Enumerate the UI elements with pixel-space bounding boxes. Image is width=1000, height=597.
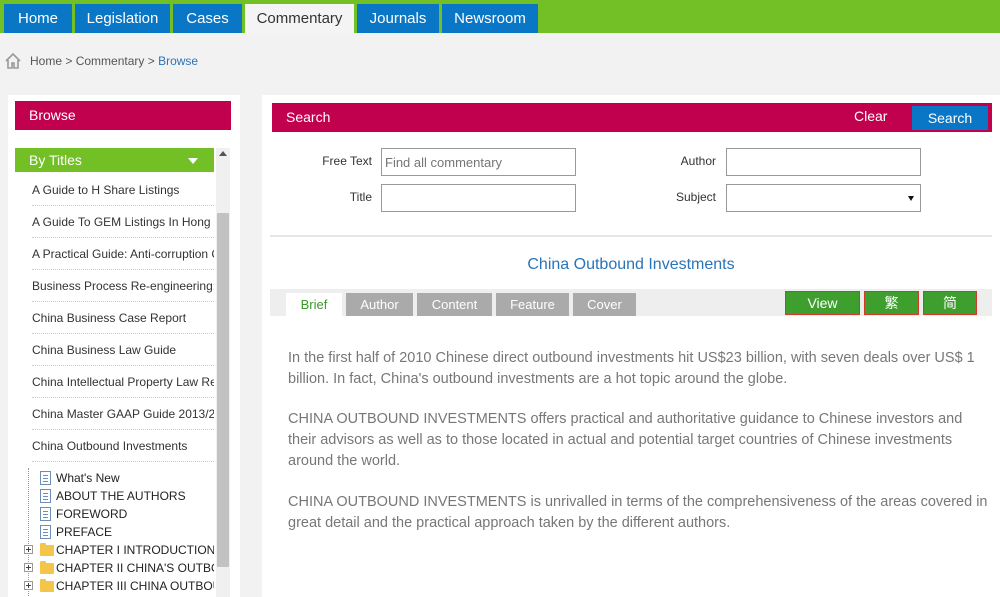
expand-icon[interactable] <box>24 563 33 572</box>
tree-item-label: CHAPTER II CHINA'S OUTBOUND <box>56 561 214 575</box>
title-item-outbound-investments[interactable]: China Outbound Investments <box>32 430 214 462</box>
nav-tab-commentary[interactable]: Commentary <box>245 4 354 33</box>
author-label: Author <box>680 154 716 168</box>
title-item-business-process[interactable]: Business Process Re-engineering: A Case <box>32 270 214 302</box>
tree-item-label: PREFACE <box>56 525 113 539</box>
document-icon <box>40 489 51 503</box>
tree-item-label: What's New <box>56 471 120 485</box>
tree-item-label: ABOUT THE AUTHORS <box>56 489 186 503</box>
title-label: Title <box>349 190 372 204</box>
clear-button[interactable]: Clear <box>854 103 887 129</box>
author-input[interactable] <box>726 148 921 176</box>
scrollbar[interactable] <box>216 148 230 597</box>
breadcrumb-current: Browse <box>158 54 199 68</box>
title-input[interactable] <box>381 184 576 212</box>
by-titles-dropdown[interactable]: By Titles <box>15 148 214 172</box>
browse-header: Browse <box>15 101 231 130</box>
free-text-label: Free Text <box>322 154 372 168</box>
folder-icon <box>40 561 54 574</box>
folder-icon <box>40 579 54 592</box>
nav-tab-newsroom[interactable]: Newsroom <box>442 4 538 33</box>
content-panel: Search Clear Search Free Text Title Auth… <box>262 95 1000 597</box>
title-item-law-guide[interactable]: China Business Law Guide <box>32 334 214 366</box>
document-icon <box>40 471 51 485</box>
by-titles-label: By Titles <box>29 152 82 168</box>
free-text-input[interactable] <box>381 148 576 176</box>
tree-item-chapter-1[interactable]: CHAPTER I INTRODUCTION <box>24 541 214 559</box>
document-icon <box>40 507 51 521</box>
title-item-gaap-guide[interactable]: China Master GAAP Guide 2013/2014 <box>32 398 214 430</box>
traditional-chinese-button[interactable]: 繁 <box>864 291 919 315</box>
title-item-gem-listings[interactable]: A Guide To GEM Listings In Hong Kong <box>32 206 214 238</box>
nav-tab-legislation[interactable]: Legislation <box>75 4 170 33</box>
document-icon <box>40 525 51 539</box>
title-item-ip-law[interactable]: China Intellectual Property Law Reports <box>32 366 214 398</box>
tree-item-chapter-3[interactable]: CHAPTER III CHINA OUTBOUND <box>24 577 214 595</box>
tab-feature[interactable]: Feature <box>496 293 569 316</box>
expand-icon[interactable] <box>24 581 33 590</box>
simplified-chinese-button[interactable]: 简 <box>923 291 977 315</box>
breadcrumb-separator: > <box>62 54 76 68</box>
tree-item-label: FOREWORD <box>56 507 128 521</box>
tab-content[interactable]: Content <box>417 293 492 316</box>
tree-item-label: CHAPTER III CHINA OUTBOUND <box>56 579 214 593</box>
tab-cover[interactable]: Cover <box>573 293 636 316</box>
scrollbar-thumb[interactable] <box>217 213 229 567</box>
tree-item-about-authors[interactable]: ABOUT THE AUTHORS <box>24 487 214 505</box>
subject-select[interactable] <box>726 184 921 212</box>
nav-tab-home[interactable]: Home <box>4 4 72 33</box>
folder-icon <box>40 543 54 556</box>
breadcrumb-home[interactable]: Home <box>30 54 62 68</box>
brief-paragraph-3: CHINA OUTBOUND INVESTMENTS is unrivalled… <box>288 494 988 531</box>
dropdown-arrow-icon <box>908 196 914 201</box>
brief-paragraph-2: CHINA OUTBOUND INVESTMENTS offers practi… <box>288 411 963 469</box>
nav-tab-journals[interactable]: Journals <box>357 4 439 33</box>
expand-icon[interactable] <box>24 545 33 554</box>
divider <box>270 235 992 237</box>
brief-paragraph-1: In the first half of 2010 Chinese direct… <box>288 350 975 387</box>
tree-item-foreword[interactable]: FOREWORD <box>24 505 214 523</box>
book-tab-bar: Brief Author Content Feature Cover View … <box>270 289 992 316</box>
tree-item-chapter-2[interactable]: CHAPTER II CHINA'S OUTBOUND <box>24 559 214 577</box>
title-item-anti-corruption[interactable]: A Practical Guide: Anti-corruption Compl… <box>32 238 214 270</box>
scroll-up-icon[interactable] <box>219 151 227 156</box>
top-nav-bar: Home Legislation Cases Commentary Journa… <box>0 0 1000 33</box>
browse-panel: Browse By Titles A Guide to H Share List… <box>8 95 240 597</box>
title-item-case-report[interactable]: China Business Case Report <box>32 302 214 334</box>
tree-item-label: CHAPTER I INTRODUCTION <box>56 543 214 557</box>
tab-author[interactable]: Author <box>346 293 413 316</box>
breadcrumb-separator: > <box>144 54 159 68</box>
home-icon[interactable] <box>4 52 22 70</box>
caret-down-icon <box>188 158 198 164</box>
subject-label: Subject <box>675 190 716 204</box>
view-button[interactable]: View <box>785 291 860 315</box>
book-title: China Outbound Investments <box>527 256 735 273</box>
nav-tab-cases[interactable]: Cases <box>173 4 242 33</box>
tree-item-preface[interactable]: PREFACE <box>24 523 214 541</box>
search-button[interactable]: Search <box>912 106 988 130</box>
title-item-h-share[interactable]: A Guide to H Share Listings <box>32 174 214 206</box>
breadcrumb-commentary[interactable]: Commentary <box>76 54 145 68</box>
tab-brief[interactable]: Brief <box>286 293 342 316</box>
tree-item-whats-new[interactable]: What's New <box>24 469 214 487</box>
search-header: Search Clear Search <box>272 103 992 132</box>
search-title: Search <box>286 109 331 125</box>
